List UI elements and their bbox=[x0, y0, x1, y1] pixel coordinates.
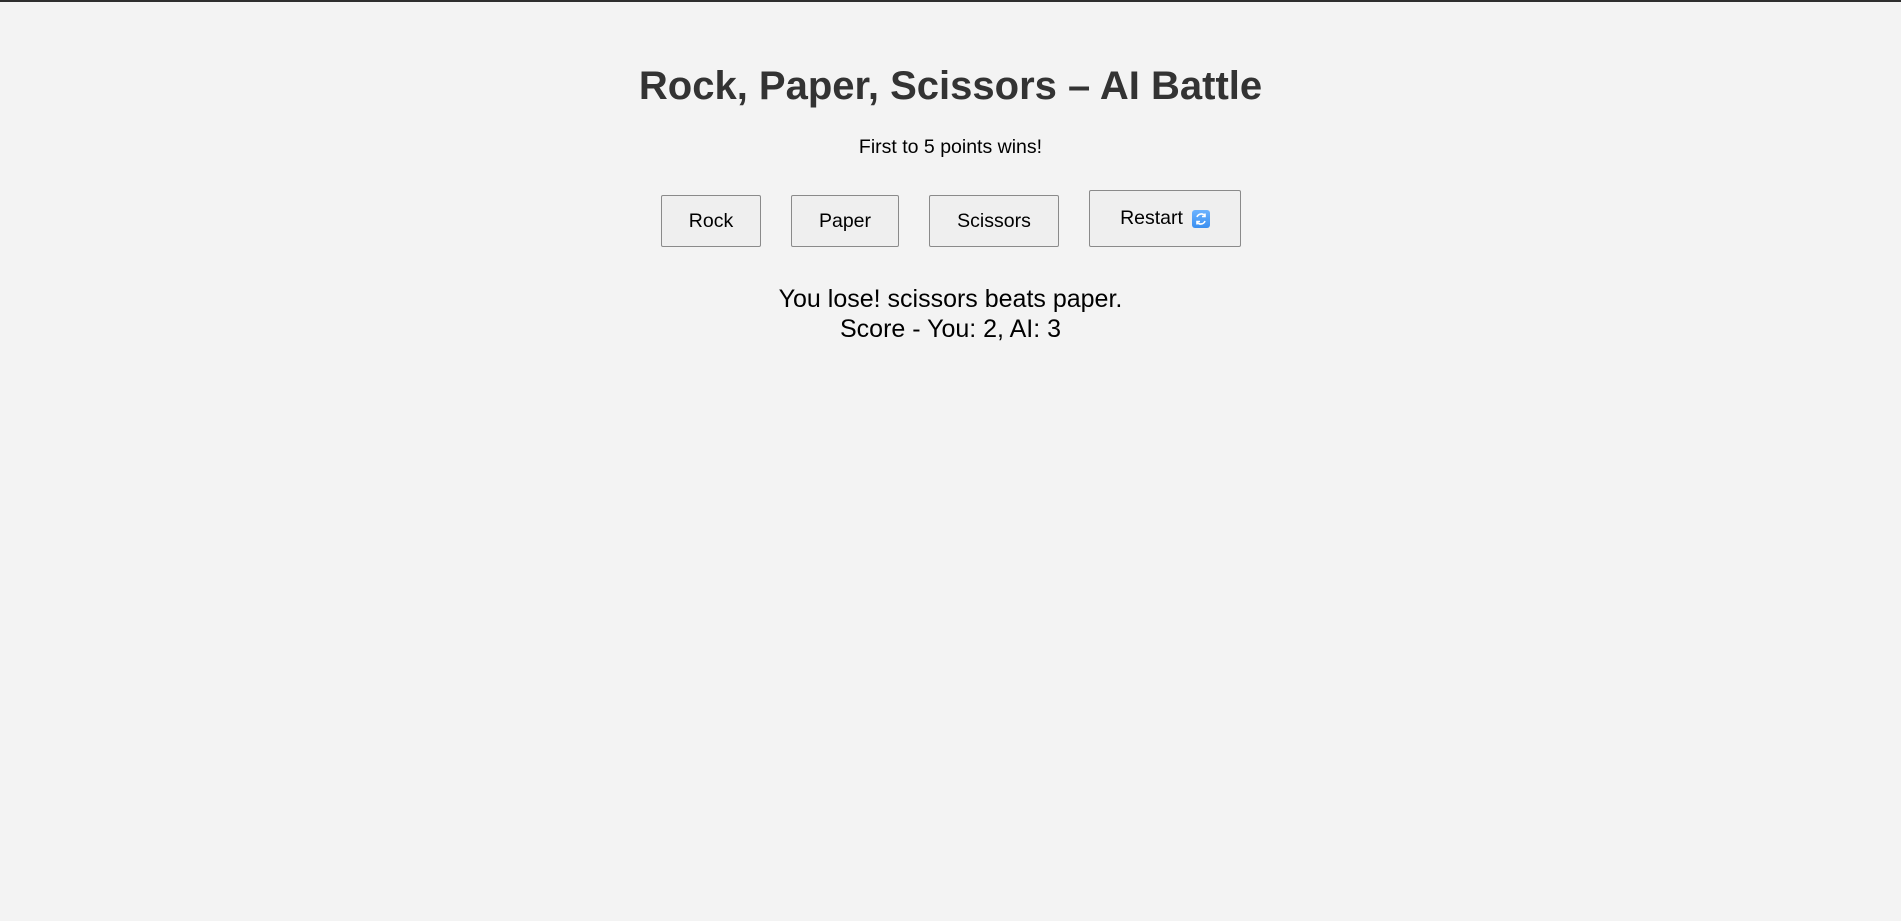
window-top-border bbox=[0, 0, 1901, 2]
choice-buttons: Rock Paper Scissors Restart bbox=[0, 190, 1901, 248]
paper-button[interactable]: Paper bbox=[791, 195, 899, 247]
result-panel: You lose! scissors beats paper. Score - … bbox=[0, 284, 1901, 344]
scissors-button[interactable]: Scissors bbox=[929, 195, 1059, 247]
result-message: You lose! scissors beats paper. bbox=[778, 285, 1123, 313]
game-subtitle: First to 5 points wins! bbox=[858, 136, 1043, 158]
page-title: Rock, Paper, Scissors – AI Battle bbox=[638, 64, 1263, 108]
restart-label: Restart bbox=[1120, 207, 1183, 229]
rock-button[interactable]: Rock bbox=[661, 195, 761, 247]
restart-button[interactable]: Restart bbox=[1089, 190, 1241, 247]
score-display: Score - You: 2, AI: 3 bbox=[840, 315, 1061, 343]
refresh-icon bbox=[1191, 209, 1210, 228]
